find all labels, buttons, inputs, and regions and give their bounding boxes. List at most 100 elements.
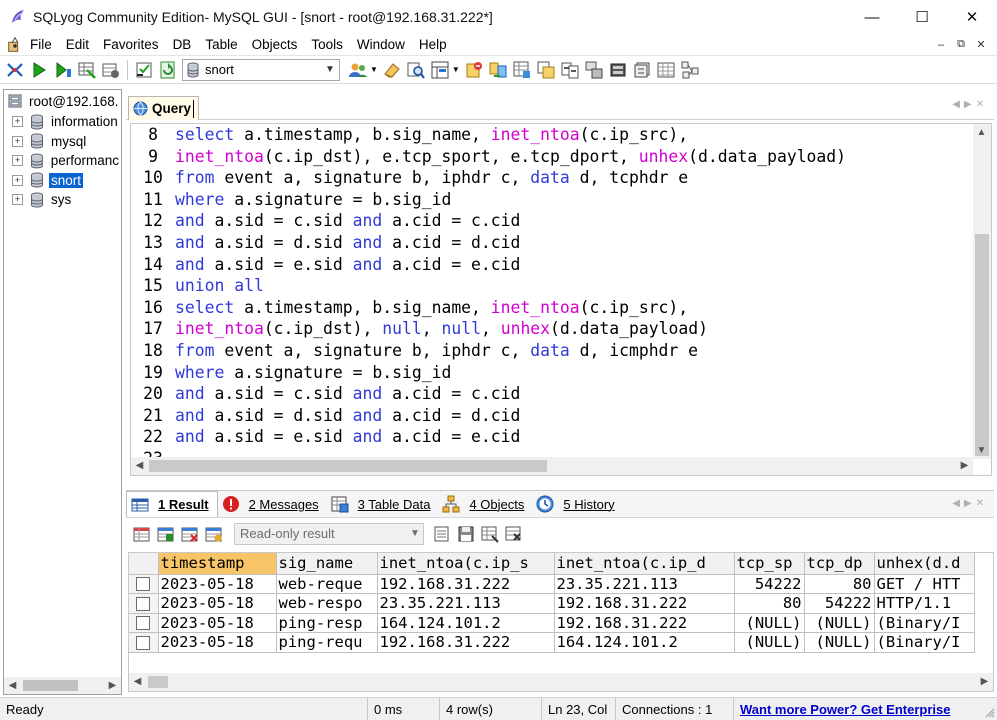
menu-objects[interactable]: Objects	[245, 34, 305, 56]
query-builder-icon[interactable]	[680, 60, 700, 80]
code-line[interactable]: 9 inet_ntoa (c.ip_dst), e.tcp_sport, e.tcp…	[131, 146, 973, 168]
tab-objects[interactable]: 4 Objects	[438, 491, 532, 517]
export-result-icon[interactable]	[432, 524, 452, 544]
column-header-sig-name[interactable]: sig_name	[276, 553, 378, 575]
table-cell[interactable]: (NULL)	[804, 613, 875, 633]
sync-schema-icon[interactable]	[560, 60, 580, 80]
scrollbar-thumb[interactable]	[148, 676, 168, 688]
table-cell[interactable]: (NULL)	[804, 632, 875, 653]
scheduled-job-icon[interactable]	[632, 60, 652, 80]
new-query-editor-icon[interactable]	[134, 60, 154, 80]
eraser-icon[interactable]	[382, 60, 402, 80]
mdi-minimize-button[interactable]: –	[931, 35, 951, 55]
table-cell[interactable]: ping-requ	[276, 632, 378, 653]
code-line[interactable]: 19 where a.signature = b.sig_id	[131, 362, 973, 384]
export-table-icon[interactable]	[512, 60, 532, 80]
scroll-up-icon[interactable]: ▲	[973, 124, 990, 141]
minimize-button[interactable]: —	[847, 0, 897, 34]
result-tab-scroll-arrows[interactable]: ◀▶✕	[952, 498, 988, 509]
grid-horizontal-scrollbar[interactable]: ◀ ▶	[129, 673, 993, 691]
table-cell[interactable]: HTTP/1.1	[874, 593, 975, 614]
table-cell[interactable]: 192.168.31.222	[377, 574, 555, 594]
code-line[interactable]: 8 select a.timestamp, b.sig_name, inet_nt…	[131, 124, 973, 146]
refresh-icon[interactable]	[158, 60, 178, 80]
tab-scroll-arrows[interactable]: ◀▶✕	[952, 99, 988, 110]
code-line[interactable]: 16 select a.timestamp, b.sig_name, inet_n…	[131, 297, 973, 319]
tree-item-mysql[interactable]: + mysql	[4, 132, 121, 152]
table-cell[interactable]: 54222	[734, 574, 805, 594]
row-checkbox[interactable]	[136, 616, 151, 631]
scroll-left-icon[interactable]: ◀	[131, 457, 148, 474]
scroll-right-icon[interactable]: ▶	[956, 457, 973, 474]
table-cell[interactable]: (Binary/I	[874, 613, 975, 633]
table-row[interactable]: 2023-05-18 web-respo 23.35.221.113 192.1…	[129, 593, 975, 614]
table-cell[interactable]: 164.124.101.2	[554, 632, 735, 653]
table-structure-icon[interactable]	[584, 60, 604, 80]
menu-favorites[interactable]: Favorites	[96, 34, 166, 56]
table-cell[interactable]: 192.168.31.222	[377, 632, 555, 653]
table-cell[interactable]: ping-resp	[276, 613, 378, 633]
grid-options-icon[interactable]	[480, 524, 500, 544]
result-mode-select[interactable]: Read-only result ▼	[234, 522, 424, 545]
expand-icon[interactable]: +	[12, 194, 23, 206]
code-line[interactable]: 18 from event a, signature b, iphdr c, da…	[131, 340, 973, 362]
scroll-down-icon[interactable]: ▼	[973, 442, 990, 459]
scrollbar-thumb[interactable]	[975, 234, 989, 456]
column-header-payload[interactable]: unhex(d.d	[874, 553, 975, 575]
delete-row-icon[interactable]	[180, 524, 200, 544]
database-selector[interactable]: snort ▼	[182, 58, 340, 81]
table-row[interactable]: 2023-05-18 ping-requ 192.168.31.222 164.…	[129, 632, 975, 653]
table-row[interactable]: 2023-05-18 ping-resp 164.124.101.2 192.1…	[129, 613, 975, 633]
refresh-result-icon[interactable]	[204, 524, 224, 544]
save-result-icon[interactable]	[456, 524, 476, 544]
column-header-tcp-sport[interactable]: tcp_sp	[734, 553, 805, 575]
code-line[interactable]: 22 and a.sid = e.sid and a.cid = e.cid	[131, 426, 973, 448]
mdi-child-icon[interactable]	[6, 36, 24, 54]
tree-item-sys[interactable]: + sys	[4, 190, 121, 210]
copy-table-icon[interactable]	[536, 60, 556, 80]
search-database-icon[interactable]	[406, 60, 426, 80]
menu-help[interactable]: Help	[412, 34, 454, 56]
maximize-button[interactable]: ☐	[897, 0, 947, 34]
table-cell[interactable]: web-reque	[276, 574, 378, 594]
table-cell[interactable]: 2023-05-18	[158, 632, 277, 653]
schema-dropdown-icon[interactable]: ▼	[452, 65, 460, 74]
code-line[interactable]: 13 and a.sid = d.sid and a.cid = d.cid	[131, 232, 973, 254]
code-line[interactable]: 17 inet_ntoa (c.ip_dst), null, null, unhex…	[131, 318, 973, 340]
filter-result-icon[interactable]	[504, 524, 524, 544]
table-cell[interactable]: 2023-05-18	[158, 593, 277, 614]
new-connection-icon[interactable]	[5, 60, 25, 80]
code-line[interactable]: 11 where a.signature = b.sig_id	[131, 189, 973, 211]
table-cell[interactable]: 192.168.31.222	[554, 593, 735, 614]
close-button[interactable]: ✕	[947, 0, 997, 34]
mdi-restore-button[interactable]: ⧉	[951, 35, 971, 55]
table-cell[interactable]: 2023-05-18	[158, 574, 277, 594]
table-cell[interactable]: GET / HTT	[874, 574, 975, 594]
scroll-right-icon[interactable]: ▶	[104, 677, 121, 694]
table-cell[interactable]: 54222	[804, 593, 875, 614]
table-cell[interactable]: 192.168.31.222	[554, 613, 735, 633]
code-line[interactable]: 15 union all	[131, 275, 973, 297]
sql-editor-text[interactable]: 8 select a.timestamp, b.sig_name, inet_nt…	[131, 124, 973, 459]
scroll-right-icon[interactable]: ▶	[976, 673, 993, 690]
tab-query[interactable]: Query	[128, 96, 200, 120]
table-cell[interactable]: (Binary/I	[874, 632, 975, 653]
execute-edit-icon[interactable]	[77, 60, 97, 80]
insert-row-icon[interactable]	[132, 524, 152, 544]
table-cell[interactable]: (NULL)	[734, 613, 805, 633]
tree-root-connection[interactable]: root@192.168.	[4, 90, 121, 112]
expand-icon[interactable]: +	[12, 174, 23, 186]
scrollbar-thumb[interactable]	[23, 680, 78, 691]
code-line[interactable]: 21 and a.sid = d.sid and a.cid = d.cid	[131, 405, 973, 427]
editor-horizontal-scrollbar[interactable]: ◀ ▶	[131, 457, 973, 475]
table-cell[interactable]: 164.124.101.2	[377, 613, 555, 633]
code-line[interactable]: 12 and a.sid = c.sid and a.cid = c.cid	[131, 210, 973, 232]
table-cell[interactable]: (NULL)	[734, 632, 805, 653]
table-cell[interactable]: 80	[734, 593, 805, 614]
execute-all-icon[interactable]	[53, 60, 73, 80]
expand-icon[interactable]: +	[12, 155, 23, 167]
tab-messages[interactable]: 2 Messages	[218, 491, 327, 517]
process-list-icon[interactable]	[608, 60, 628, 80]
mdi-close-button[interactable]: ✕	[971, 35, 991, 55]
code-line[interactable]: 14 and a.sid = e.sid and a.cid = e.cid	[131, 254, 973, 276]
